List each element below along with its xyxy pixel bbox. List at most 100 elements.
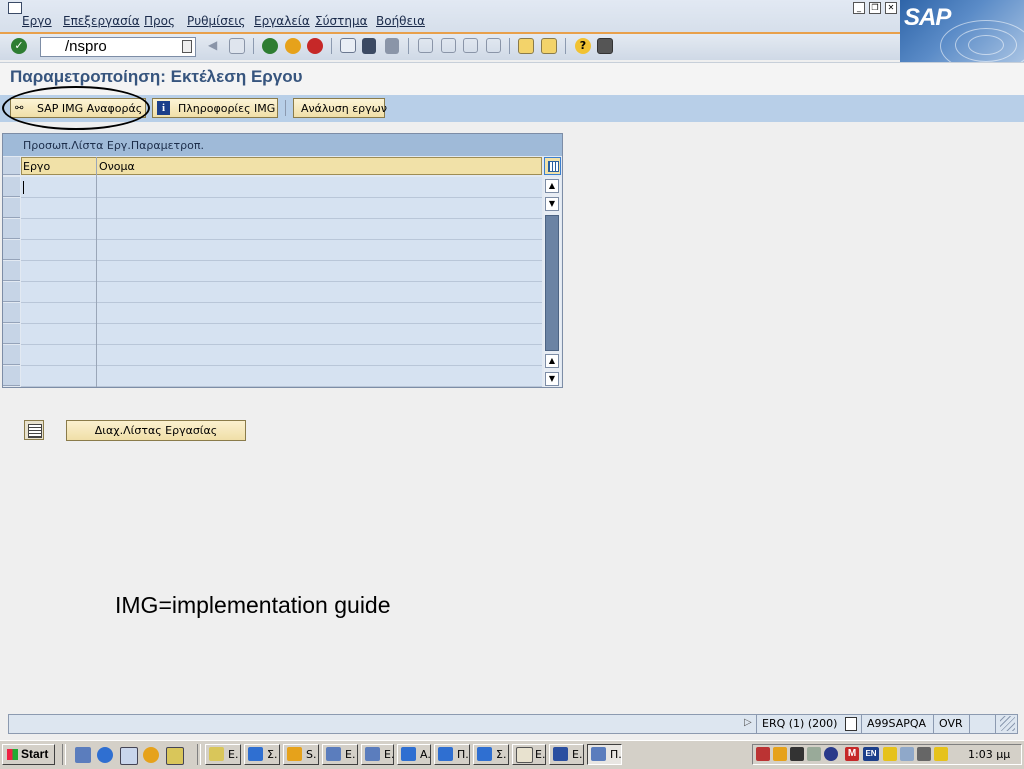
worklist-management-button[interactable]: Διαχ.Λίστας Εργασίας [66,420,246,441]
outlook-icon[interactable] [120,747,138,765]
taskbar-item[interactable]: S. [283,744,319,765]
print-icon[interactable] [340,38,356,53]
prev-page-icon[interactable] [441,38,456,53]
system-info-icon[interactable] [845,717,857,731]
taskbar-item[interactable]: E. [322,744,358,765]
project-analysis-button[interactable]: Ανάλυση εργων [293,98,387,118]
taskbar-item[interactable]: E. [512,744,546,765]
select-all-cell[interactable] [3,157,20,175]
column-header-project[interactable]: Εργο [23,160,50,173]
shortcut-icon[interactable] [541,38,557,54]
table-row[interactable] [21,324,542,344]
row-selector[interactable] [3,219,20,239]
tray-app-icon[interactable] [807,747,821,761]
network-icon[interactable] [756,747,770,761]
command-history-icon[interactable] [182,40,192,53]
row-selector[interactable] [3,198,20,218]
status-expand-icon[interactable]: ▷ [744,717,752,728]
table-row[interactable] [21,240,542,260]
save-icon[interactable] [229,38,245,54]
row-selector[interactable] [3,324,20,344]
taskbar-item[interactable]: A. [397,744,431,765]
menu-item-system[interactable]: Σύστημα [315,14,368,28]
table-row[interactable] [21,261,542,281]
tray-app-icon[interactable] [934,747,948,761]
table-layout-icon[interactable] [544,157,561,175]
table-row[interactable] [21,303,542,323]
mcafee-icon[interactable]: M [845,747,859,761]
taskbar-item[interactable]: E. [549,744,584,765]
row-selector[interactable] [3,282,20,302]
next-page-icon[interactable] [463,38,478,53]
img-info-button[interactable]: i Πληροφορίες IMG [152,98,278,118]
start-button[interactable]: Start [2,744,55,765]
table-row[interactable] [21,198,542,218]
volume-icon[interactable] [773,747,787,761]
resize-grip-icon[interactable] [1000,716,1015,731]
menu-item-project[interactable]: Εργο [22,14,52,28]
row-selector[interactable] [3,366,20,386]
column-divider [96,157,97,387]
layout-menu-icon[interactable] [597,38,613,54]
first-page-icon[interactable] [418,38,433,53]
last-page-icon[interactable] [486,38,501,53]
tray-app-icon[interactable] [883,747,897,761]
table-row[interactable] [21,345,542,365]
server-name: A99SAPQA [867,717,927,730]
tray-app-icon[interactable] [824,747,838,761]
scroll-up-icon[interactable]: ▲ [545,179,559,193]
row-selector[interactable] [3,261,20,281]
table-row[interactable] [21,177,542,197]
help-icon[interactable]: ? [575,38,591,54]
exit-icon[interactable] [285,38,301,54]
table-row[interactable] [21,219,542,239]
row-selector[interactable] [3,240,20,260]
back-icon[interactable] [262,38,278,54]
session-icon[interactable] [8,2,22,14]
menu-item-tools[interactable]: Εργαλεία [254,14,310,28]
tray-app-icon[interactable] [790,747,804,761]
find-next-icon[interactable] [385,38,399,54]
taskbar-item[interactable]: E. [205,744,241,765]
media-player-icon[interactable] [143,747,159,763]
check-icon[interactable]: ✓ [11,38,27,54]
taskbar-item[interactable]: Π. [434,744,470,765]
row-selector[interactable] [3,345,20,365]
column-header-name[interactable]: Ονομα [99,160,135,173]
app-icon [209,747,224,761]
clock-app-icon[interactable] [166,747,184,765]
menu-item-edit[interactable]: Επεξεργασία [63,14,140,28]
menu-item-help[interactable]: Βοήθεια [376,14,425,28]
tray-app-icon[interactable] [900,747,914,761]
menu-item-settings[interactable]: Ρυθμίσεις [187,14,245,28]
close-icon[interactable]: ✕ [885,2,897,14]
logo-text: SAP [904,4,951,31]
scroll-page-up-icon[interactable]: ▲ [545,354,559,368]
language-indicator[interactable]: EN [863,747,879,761]
row-selector[interactable] [3,303,20,323]
show-desktop-icon[interactable] [75,747,91,763]
restore-icon[interactable]: ❐ [869,2,881,14]
table-row[interactable] [21,282,542,302]
tray-app-icon[interactable] [917,747,931,761]
taskbar-item-active[interactable]: Π. [587,744,622,765]
command-field[interactable] [40,37,196,57]
taskbar-item[interactable]: Σ. [244,744,280,765]
command-input[interactable] [65,38,185,55]
menu-item-goto[interactable]: Προς [144,14,175,28]
taskbar-item[interactable]: Σ. [473,744,509,765]
table-row[interactable] [21,366,542,386]
clock[interactable]: 1:03 μμ [968,748,1010,761]
app-icon [326,747,341,761]
scroll-page-down-icon[interactable]: ▼ [545,372,559,386]
scrollbar-thumb[interactable] [545,215,559,351]
internet-explorer-icon[interactable] [97,747,113,763]
row-selector[interactable] [3,177,20,197]
minimize-icon[interactable]: _ [853,2,865,14]
new-session-icon[interactable] [518,38,534,54]
worklist-icon[interactable] [24,420,44,440]
cancel-icon[interactable] [307,38,323,54]
find-icon[interactable] [362,38,376,54]
scroll-down-icon[interactable]: ▼ [545,197,559,211]
taskbar-item[interactable]: E. [361,744,394,765]
